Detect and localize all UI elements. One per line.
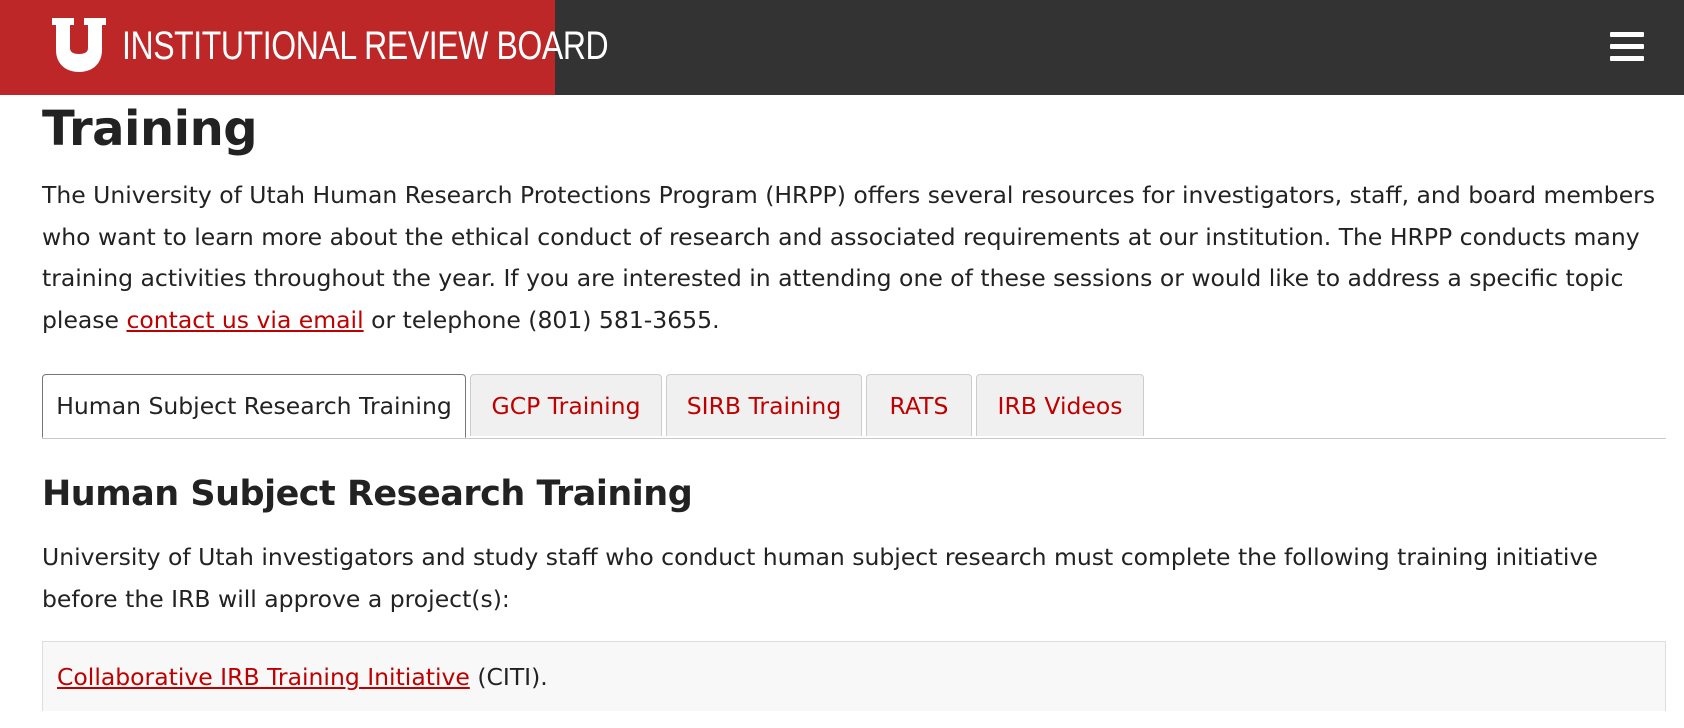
intro-paragraph: The University of Utah Human Research Pr… (42, 175, 1672, 341)
tab-gcp-training[interactable]: GCP Training (470, 374, 662, 436)
training-tabs: Human Subject Research Training GCP Trai… (42, 374, 1666, 439)
page-title: Training (42, 101, 258, 157)
intro-tail-text: or telephone (801) 581-3655. (363, 305, 720, 334)
tab-human-subject-research-training[interactable]: Human Subject Research Training (42, 374, 466, 438)
tab-sirb-training[interactable]: SIRB Training (666, 374, 862, 436)
site-title[interactable]: INSTITUTIONAL REVIEW BOARD (122, 24, 609, 68)
tab-irb-videos[interactable]: IRB Videos (976, 374, 1144, 436)
university-u-logo-icon (52, 18, 106, 72)
citi-link[interactable]: Collaborative IRB Training Initiative (57, 663, 470, 691)
section-paragraph: University of Utah investigators and stu… (42, 543, 1598, 613)
callout-tail-text: (CITI). (469, 663, 548, 691)
tab-rats[interactable]: RATS (866, 374, 972, 436)
site-header: INSTITUTIONAL REVIEW BOARD (0, 0, 1684, 95)
citi-callout: Collaborative IRB Training Initiative (C… (42, 641, 1666, 711)
hamburger-menu-icon[interactable] (1608, 30, 1648, 64)
section-title: Human Subject Research Training (42, 474, 693, 514)
site-brand[interactable]: INSTITUTIONAL REVIEW BOARD (0, 0, 609, 95)
contact-email-link[interactable]: contact us via email (126, 306, 363, 334)
